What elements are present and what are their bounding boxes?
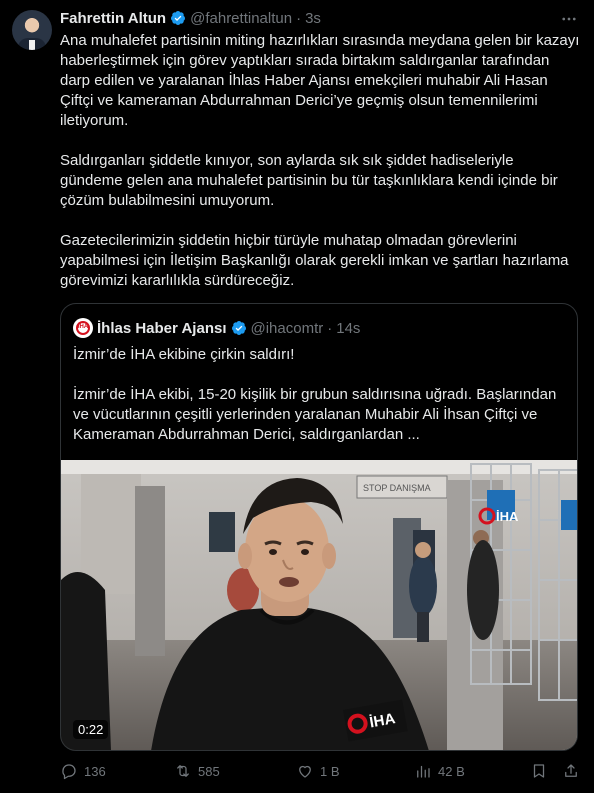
heart-icon bbox=[299, 765, 311, 778]
author-avatar[interactable] bbox=[12, 10, 52, 50]
tweet-paragraph: Gazetecilerimizin şiddetin hiçbir türüyl… bbox=[60, 232, 569, 289]
separator-dot: · bbox=[327, 319, 333, 337]
tweet-header: Fahrettin Altun @fahrettinaltun · 3s bbox=[60, 8, 321, 28]
quoted-author-name[interactable]: İhlas Haber Ajansı bbox=[97, 320, 227, 337]
bookmark-button[interactable] bbox=[530, 762, 548, 780]
like-button[interactable]: 1 B bbox=[296, 762, 340, 780]
tweet[interactable]: Fahrettin Altun @fahrettinaltun · 3s Ana… bbox=[0, 0, 594, 793]
quoted-tweet[interactable]: İHA İhlas Haber Ajansı @ihacomtr · 14s İ… bbox=[60, 303, 578, 751]
share-button[interactable] bbox=[562, 762, 580, 780]
verified-badge-icon bbox=[171, 11, 186, 25]
verified-badge-icon bbox=[231, 321, 246, 335]
quoted-tweet-text: İzmir’de İHA ekibine çirkin saldırı! İzm… bbox=[73, 345, 565, 465]
separator-dot: · bbox=[296, 9, 302, 27]
quoted-author-handle[interactable]: @ihacomtr bbox=[251, 320, 324, 337]
tweet-actions: 136 585 1 B 42 B bbox=[60, 762, 580, 784]
views-count: 42 B bbox=[438, 763, 465, 779]
quoted-tweet-paragraph: İzmir’de İHA ekibi, 15-20 kişilik bir gr… bbox=[73, 386, 557, 443]
quoted-tweet-header: İHA İhlas Haber Ajansı @ihacomtr · 14s bbox=[73, 318, 360, 338]
quoted-author-avatar[interactable]: İHA bbox=[73, 318, 93, 338]
video-frame: STOP DANIŞMA İHA İHA bbox=[61, 460, 577, 750]
retweet-count: 585 bbox=[198, 763, 220, 779]
reply-button[interactable]: 136 bbox=[60, 762, 106, 780]
tweet-text: Ana muhalefet partisinin miting hazırlık… bbox=[60, 31, 580, 311]
ellipsis-icon bbox=[562, 17, 576, 21]
quoted-tweet-paragraph: İzmir’de İHA ekibine çirkin saldırı! bbox=[73, 346, 295, 363]
author-name[interactable]: Fahrettin Altun bbox=[60, 10, 166, 27]
video-duration: 0:22 bbox=[73, 720, 109, 739]
more-options-icon[interactable] bbox=[560, 10, 578, 33]
tweet-paragraph: Ana muhalefet partisinin miting hazırlık… bbox=[60, 32, 580, 129]
quoted-tweet-time[interactable]: 14s bbox=[336, 320, 360, 337]
share-icon bbox=[565, 764, 577, 777]
like-count: 1 B bbox=[320, 763, 340, 779]
iha-watermark-top: İHA bbox=[496, 509, 519, 524]
bookmark-icon bbox=[533, 764, 545, 778]
reply-count: 136 bbox=[84, 763, 106, 779]
views-button[interactable]: 42 B bbox=[414, 762, 465, 780]
tweet-time[interactable]: 3s bbox=[305, 10, 321, 27]
reply-icon bbox=[62, 764, 76, 780]
author-handle[interactable]: @fahrettinaltun bbox=[190, 10, 292, 27]
iha-logo-text: İHA bbox=[77, 324, 89, 330]
retweet-icon bbox=[177, 765, 189, 777]
avatar-shirt bbox=[29, 40, 35, 50]
video-player[interactable]: STOP DANIŞMA İHA İHA 0:22 bbox=[61, 460, 577, 750]
tweet-paragraph: Saldırganları şiddetle kınıyor, son ayla… bbox=[60, 152, 558, 209]
retweet-button[interactable]: 585 bbox=[174, 762, 220, 780]
views-icon bbox=[417, 765, 430, 778]
building-sign-text: STOP DANIŞMA bbox=[363, 483, 431, 493]
